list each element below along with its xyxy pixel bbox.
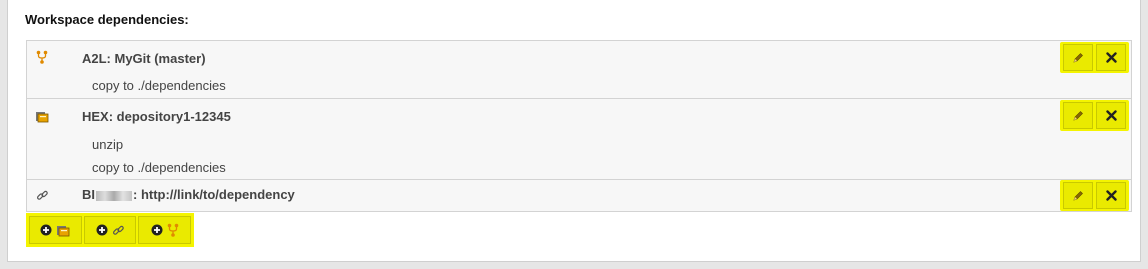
plus-circle-icon <box>151 224 163 236</box>
add-dependency-toolbar <box>26 213 194 247</box>
depository-icon <box>57 225 70 236</box>
dependency-row: BI : http://link/to/dependency <box>27 179 1131 211</box>
dependency-actions <box>1060 180 1129 211</box>
dependency-actions <box>1060 100 1129 131</box>
dependency-title: HEX: depository1-12345 <box>82 109 231 124</box>
link-icon <box>35 188 49 202</box>
depository-icon <box>35 109 49 123</box>
dependency-row: HEX: depository1-12345 unzip copy to ./d… <box>27 98 1131 179</box>
close-icon <box>1105 110 1117 121</box>
edit-button[interactable] <box>1063 182 1093 209</box>
plus-circle-icon <box>96 224 107 236</box>
add-depository-button[interactable] <box>29 216 82 244</box>
add-link-button[interactable] <box>83 216 137 244</box>
dependency-title-prefix: BI <box>82 187 95 202</box>
remove-button[interactable] <box>1096 102 1126 129</box>
dependency-step: copy to ./dependencies <box>92 160 226 175</box>
dependency-title-url: : http://link/to/dependency <box>133 187 295 202</box>
redacted-text <box>96 190 132 201</box>
dependency-actions <box>1060 42 1129 73</box>
close-icon <box>1105 190 1117 201</box>
dependency-title: A2L: MyGit (master) <box>82 51 206 66</box>
close-icon <box>1105 52 1117 63</box>
edit-button[interactable] <box>1063 44 1093 71</box>
section-heading: Workspace dependencies: <box>25 12 189 27</box>
pencil-icon <box>1073 52 1083 62</box>
link-icon <box>112 225 124 235</box>
remove-button[interactable] <box>1096 44 1126 71</box>
pencil-icon <box>1073 110 1083 120</box>
add-git-button[interactable] <box>138 216 192 244</box>
dependency-row: A2L: MyGit (master) copy to ./dependenci… <box>27 41 1131 98</box>
plus-circle-icon <box>40 224 52 236</box>
git-branch-icon <box>167 223 178 237</box>
workspace-dependencies-panel: Workspace dependencies: A2L: MyGit (mast… <box>7 0 1141 262</box>
remove-button[interactable] <box>1096 182 1126 209</box>
pencil-icon <box>1073 190 1083 200</box>
dependency-step: copy to ./dependencies <box>92 78 226 93</box>
git-branch-icon <box>35 50 49 64</box>
dependency-step: unzip <box>92 137 124 152</box>
edit-button[interactable] <box>1063 102 1093 129</box>
dependency-title: BI : http://link/to/dependency <box>82 187 295 202</box>
dependency-list: A2L: MyGit (master) copy to ./dependenci… <box>26 40 1132 212</box>
